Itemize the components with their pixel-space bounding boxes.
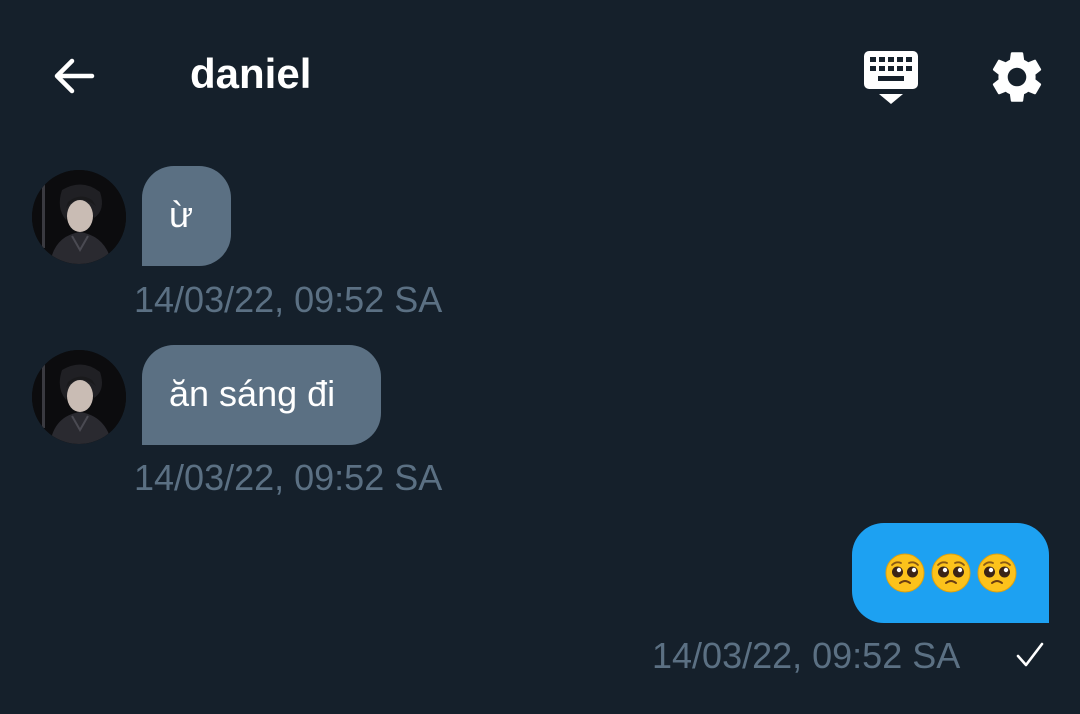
message-timestamp: 14/03/22, 09:52 SA [134,457,443,498]
message-bubble-incoming[interactable]: ăn sáng đi [142,345,381,445]
message-text: ừ [169,194,194,235]
avatar[interactable] [32,350,126,444]
profile-photo [32,170,126,264]
message-bubble-outgoing[interactable] [852,523,1049,623]
message-timestamp: 14/03/22, 09:52 SA [652,635,961,676]
message-text: ăn sáng đi [169,373,336,414]
avatar[interactable] [32,170,126,264]
message-bubble-incoming[interactable]: ừ [142,166,231,266]
dm-conversation-screen: daniel ừ 14/03/22, 09:52 SA ăn sáng đi 1… [0,0,1080,714]
conversation-title[interactable]: daniel [190,48,311,100]
back-button[interactable] [46,48,102,104]
pleading-face-emoji [885,553,924,593]
keyboard-toggle-button[interactable] [858,46,924,108]
settings-button[interactable] [986,46,1048,108]
pleading-face-emoji [931,553,970,593]
pleading-face-emoji [977,553,1016,593]
arrow-left-icon [54,58,95,94]
keyboard-hide-icon [864,51,918,104]
checkmark-icon [1014,634,1046,685]
message-timestamp: 14/03/22, 09:52 SA [134,279,443,320]
profile-photo [32,350,126,444]
gear-icon [992,52,1042,102]
conversation-header: daniel [0,0,1080,150]
